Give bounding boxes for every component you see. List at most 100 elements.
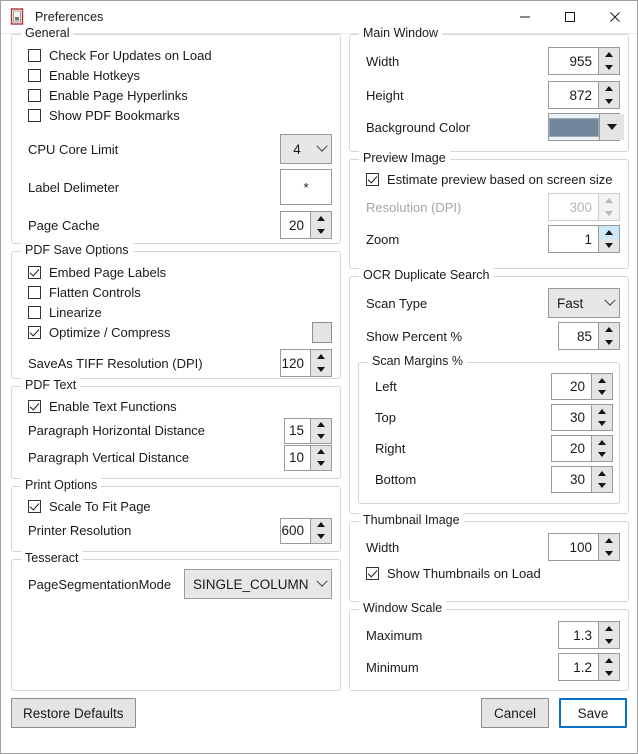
background-color-picker[interactable]: [548, 113, 624, 141]
margin-bottom-value: 30: [569, 472, 585, 487]
maximize-icon: [564, 12, 575, 22]
margin-right-increment[interactable]: [592, 436, 612, 449]
checkbox-linearize-box[interactable]: [28, 305, 41, 319]
checkbox-embed-page-labels[interactable]: Embed Page Labels: [20, 262, 332, 282]
row-cpu-core-limit: CPU Core Limit 4: [20, 131, 332, 167]
window-title: Preferences: [35, 10, 104, 24]
main-window-height-decrement[interactable]: [599, 95, 619, 108]
show-percent-increment[interactable]: [599, 323, 619, 336]
margin-bottom-spinner[interactable]: 30: [551, 466, 613, 493]
window-scale-minimum-increment[interactable]: [599, 654, 619, 667]
paragraph-horizontal-increment[interactable]: [311, 418, 331, 431]
window-scale-maximum-spinner[interactable]: 1.3: [558, 621, 620, 649]
page-cache-increment[interactable]: [311, 212, 331, 225]
margin-left-increment[interactable]: [592, 374, 612, 387]
checkbox-show-pdf-bookmarks[interactable]: Show PDF Bookmarks: [20, 105, 332, 125]
checkbox-enable-hotkeys[interactable]: Enable Hotkeys: [20, 65, 332, 85]
window-scale-maximum-decrement[interactable]: [599, 635, 619, 648]
page-cache-spinner[interactable]: 20: [280, 211, 332, 239]
preferences-window: Preferences General Check For Updates on…: [0, 0, 638, 754]
margin-left-value: 20: [569, 379, 585, 394]
restore-defaults-button[interactable]: Restore Defaults: [11, 698, 136, 728]
margin-bottom-decrement[interactable]: [592, 479, 612, 492]
checkbox-embed-page-labels-label: Embed Page Labels: [49, 264, 167, 280]
checkbox-optimize-compress[interactable]: Optimize / Compress: [20, 321, 332, 343]
checkbox-enable-text-functions[interactable]: Enable Text Functions: [20, 396, 332, 416]
main-window-height-spinner[interactable]: 872: [548, 81, 620, 109]
show-percent-decrement[interactable]: [599, 336, 619, 349]
checkbox-scale-to-fit-page-box[interactable]: [28, 499, 41, 513]
paragraph-vertical-increment[interactable]: [311, 445, 331, 458]
chevron-down-icon[interactable]: [599, 114, 624, 140]
main-window-height-value: 872: [569, 87, 592, 103]
checkbox-enable-hotkeys-box[interactable]: [28, 68, 41, 82]
checkbox-show-pdf-bookmarks-box[interactable]: [28, 108, 41, 122]
show-percent-label: Show Percent %: [366, 328, 463, 344]
printer-resolution-decrement[interactable]: [311, 530, 331, 543]
checkbox-check-for-updates[interactable]: Check For Updates on Load: [20, 45, 332, 65]
group-ocr-duplicate-search: OCR Duplicate Search Scan Type Fast Show…: [349, 268, 629, 514]
main-window-width-decrement[interactable]: [599, 61, 619, 74]
printer-resolution-increment[interactable]: [311, 518, 331, 531]
margin-top-increment[interactable]: [592, 405, 612, 418]
paragraph-horizontal-spinner[interactable]: 15: [284, 417, 332, 444]
margin-top-spinner[interactable]: 30: [551, 404, 613, 431]
group-main-window-legend: Main Window: [359, 26, 443, 40]
page-cache-decrement[interactable]: [311, 225, 331, 238]
checkbox-enable-page-hyperlinks-box[interactable]: [28, 88, 41, 102]
label-delimeter-input[interactable]: *: [280, 169, 332, 205]
checkbox-optimize-compress-box[interactable]: [28, 325, 41, 339]
optimize-compress-options-button[interactable]: [312, 321, 332, 343]
show-percent-spinner[interactable]: 85: [558, 322, 620, 350]
checkbox-enable-text-functions-box[interactable]: [28, 399, 41, 413]
maximize-button[interactable]: [547, 1, 592, 33]
cpu-core-limit-combo[interactable]: 4: [280, 134, 332, 164]
margin-right-decrement[interactable]: [592, 448, 612, 461]
margin-bottom-label: Bottom: [375, 472, 417, 487]
margin-right-spinner[interactable]: 20: [551, 435, 613, 462]
checkbox-estimate-preview[interactable]: Estimate preview based on screen size: [358, 169, 620, 189]
checkbox-enable-page-hyperlinks[interactable]: Enable Page Hyperlinks: [20, 85, 332, 105]
save-button[interactable]: Save: [559, 698, 627, 728]
tiff-resolution-spinner[interactable]: 120: [280, 349, 332, 377]
window-scale-minimum-spinner[interactable]: 1.2: [558, 653, 620, 681]
preview-zoom-decrement[interactable]: [599, 239, 619, 252]
window-scale-maximum-increment[interactable]: [599, 622, 619, 635]
margin-left-decrement[interactable]: [592, 386, 612, 399]
thumbnail-width-spinner[interactable]: 100: [548, 533, 620, 561]
checkbox-show-thumbnails-on-load-box[interactable]: [366, 566, 379, 580]
margin-top-decrement[interactable]: [592, 417, 612, 430]
preview-resolution-arrows: [598, 194, 619, 220]
preview-zoom-label: Zoom: [366, 231, 400, 247]
checkbox-embed-page-labels-box[interactable]: [28, 265, 41, 279]
checkbox-flatten-controls-box[interactable]: [28, 285, 41, 299]
cancel-button[interactable]: Cancel: [481, 698, 549, 728]
preview-zoom-increment[interactable]: [599, 226, 619, 239]
thumbnail-width-increment[interactable]: [599, 534, 619, 547]
paragraph-horizontal-decrement[interactable]: [311, 430, 331, 443]
thumbnail-width-decrement[interactable]: [599, 547, 619, 560]
checkbox-show-thumbnails-on-load[interactable]: Show Thumbnails on Load: [358, 563, 620, 583]
row-background-color: Background Color: [358, 112, 624, 142]
window-scale-minimum-decrement[interactable]: [599, 667, 619, 680]
printer-resolution-spinner[interactable]: 600: [280, 517, 332, 544]
checkbox-scale-to-fit-page[interactable]: Scale To Fit Page: [20, 496, 332, 516]
main-window-height-increment[interactable]: [599, 82, 619, 95]
close-button[interactable]: [592, 1, 637, 33]
checkbox-estimate-preview-box[interactable]: [366, 172, 379, 186]
paragraph-vertical-decrement[interactable]: [311, 457, 331, 470]
margin-bottom-increment[interactable]: [592, 467, 612, 480]
checkbox-flatten-controls[interactable]: Flatten Controls: [20, 282, 332, 302]
scan-type-combo[interactable]: Fast: [548, 288, 620, 318]
preview-zoom-spinner[interactable]: 1: [548, 225, 620, 253]
main-window-width-increment[interactable]: [599, 48, 619, 61]
checkbox-linearize[interactable]: Linearize: [20, 302, 332, 322]
tiff-resolution-increment[interactable]: [311, 350, 331, 363]
minimize-button[interactable]: [502, 1, 547, 33]
main-window-width-spinner[interactable]: 955: [548, 47, 620, 75]
checkbox-check-for-updates-box[interactable]: [28, 48, 41, 62]
margin-left-spinner[interactable]: 20: [551, 373, 613, 400]
paragraph-vertical-spinner[interactable]: 10: [284, 444, 332, 471]
page-segmentation-mode-combo[interactable]: SINGLE_COLUMN: [184, 569, 332, 599]
tiff-resolution-decrement[interactable]: [311, 363, 331, 376]
